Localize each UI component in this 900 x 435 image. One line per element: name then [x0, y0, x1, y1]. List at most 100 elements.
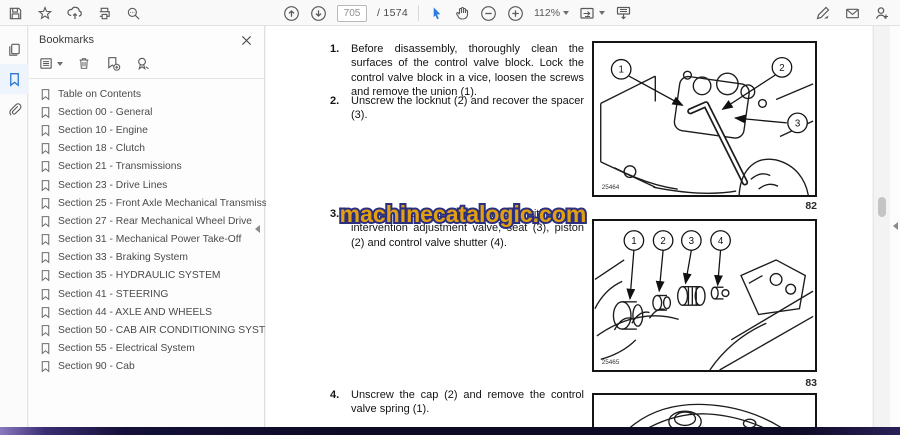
- zoom-in-icon[interactable]: [507, 5, 524, 22]
- step-number: 3.: [330, 208, 340, 220]
- figure-partial: [592, 393, 817, 427]
- bookmark-item[interactable]: Section 21 - Transmissions: [35, 158, 264, 176]
- bookmark-item[interactable]: Section 27 - Rear Mechanical Wheel Drive: [35, 212, 264, 230]
- toolbar-divider: [418, 5, 419, 21]
- delete-bookmark-icon[interactable]: [77, 56, 91, 71]
- bookmarks-list: Table on Contents Section 00 - General S…: [29, 79, 281, 376]
- main-area: Bookmarks Table on Contents Section 00 -…: [0, 26, 900, 427]
- select-cursor-icon[interactable]: [429, 6, 444, 21]
- bookmark-item-label: Section 25 - Front Axle Mechanical Trans…: [58, 197, 281, 209]
- bookmark-item[interactable]: Section 00 - General: [35, 103, 264, 121]
- scrollbar-thumb[interactable]: [878, 197, 886, 217]
- search-icon[interactable]: [126, 6, 141, 21]
- bookmark-item[interactable]: Section 50 - CAB AIR CONDITIONING SYSTEM: [35, 321, 281, 339]
- bookmark-icon: [41, 216, 50, 228]
- bookmark-item-label: Section 21 - Transmissions: [58, 161, 182, 173]
- page-down-icon[interactable]: [310, 5, 327, 22]
- figure-valve-block-in-vice: 1 2 3 25464: [592, 41, 817, 197]
- step-number: 4.: [330, 389, 340, 401]
- vertical-scrollbar[interactable]: [873, 26, 890, 427]
- figure-callout: 3: [689, 236, 694, 247]
- collapse-right-panel-arrow[interactable]: [893, 222, 898, 230]
- figure-callout: 3: [795, 118, 800, 129]
- document-page: 1. Before disassembly, thoroughly clean …: [266, 26, 872, 427]
- zoom-level-label: 112%: [534, 7, 561, 19]
- bookmark-item[interactable]: Section 35 - HYDRAULIC SYSTEM: [35, 267, 264, 285]
- bookmark-item[interactable]: Section 23 - Drive Lines: [35, 176, 264, 194]
- step-text: Remove the cap (1) complete with speed i…: [351, 208, 584, 249]
- bookmark-item[interactable]: Section 25 - Front Axle Mechanical Trans…: [35, 194, 281, 212]
- bookmark-icon: [41, 125, 50, 137]
- options-icon[interactable]: [39, 56, 63, 71]
- bookmark-item[interactable]: Section 55 - Electrical System: [35, 340, 264, 358]
- bookmark-item[interactable]: Section 31 - Mechanical Power Take-Off: [35, 231, 264, 249]
- step-text: Unscrew the locknut (2) and recover the …: [351, 95, 584, 122]
- chevron-down-icon: [599, 11, 606, 15]
- save-icon[interactable]: [8, 6, 23, 21]
- find-current-bookmark-icon[interactable]: [135, 56, 150, 71]
- page-display-icon[interactable]: [615, 5, 632, 21]
- page-thumbnails-icon[interactable]: [0, 34, 28, 64]
- bookmarks-panel-toolbar: [29, 50, 264, 79]
- chevron-down-icon: [57, 61, 63, 66]
- bookmark-item[interactable]: Section 44 - AXLE AND WHEELS: [35, 303, 264, 321]
- fit-width-icon[interactable]: [579, 6, 606, 21]
- bookmark-item-label: Section 90 - Cab: [58, 361, 135, 373]
- bookmarks-panel-header: Bookmarks: [29, 26, 264, 50]
- bookmark-item[interactable]: Section 90 - Cab: [35, 358, 264, 376]
- page-up-icon[interactable]: [283, 5, 300, 22]
- bookmark-item-label: Section 41 - STEERING: [58, 288, 169, 300]
- step-text: Unscrew the cap (2) and remove the contr…: [351, 389, 584, 416]
- instruction-step: 2. Unscrew the locknut (2) and recover t…: [330, 94, 584, 123]
- bookmark-item[interactable]: Section 41 - STEERING: [35, 285, 264, 303]
- bookmark-icon: [41, 106, 50, 119]
- bookmark-icon: [41, 325, 50, 337]
- bookmark-icon: [41, 197, 50, 210]
- bookmark-item-label: Section 10 - Engine: [58, 124, 148, 136]
- bookmark-item-label: Table on Contents: [58, 88, 142, 100]
- toolbar-left-group: [8, 0, 141, 26]
- page-total-label: / 1574: [377, 7, 408, 19]
- bookmark-icon: [41, 288, 50, 301]
- bookmark-item-label: Section 00 - General: [58, 106, 153, 118]
- hand-tool-icon[interactable]: [454, 5, 470, 21]
- bookmark-item-label: Section 44 - AXLE AND WHEELS: [58, 306, 212, 318]
- bookmark-item-label: Section 27 - Rear Mechanical Wheel Drive: [58, 215, 253, 227]
- bookmarks-icon[interactable]: [0, 64, 28, 94]
- bookmark-item-label: Section 50 - CAB AIR CONDITIONING SYSTEM: [58, 325, 281, 337]
- instruction-step: 4. Unscrew the cap (2) and remove the co…: [330, 388, 584, 417]
- bookmark-item[interactable]: Section 33 - Braking System: [35, 249, 264, 267]
- new-bookmark-icon[interactable]: [105, 56, 121, 71]
- email-icon[interactable]: [844, 6, 861, 21]
- bookmark-item-label: Section 31 - Mechanical Power Take-Off: [58, 234, 242, 246]
- bookmark-icon: [41, 161, 50, 173]
- chevron-down-icon: [563, 11, 570, 15]
- bookmark-item[interactable]: Section 18 - Clutch: [35, 140, 264, 158]
- bookmark-item[interactable]: Table on Contents: [35, 85, 264, 103]
- bookmark-item-label: Section 18 - Clutch: [58, 143, 145, 155]
- bookmark-item[interactable]: Section 10 - Engine: [35, 121, 264, 139]
- bookmark-icon: [41, 143, 50, 155]
- figure-callout: 1: [618, 65, 623, 76]
- print-icon[interactable]: [97, 6, 112, 21]
- figure-page-number: 83: [805, 377, 817, 389]
- collapse-sidebar-arrow[interactable]: [255, 225, 260, 233]
- figure-page-number: 82: [805, 200, 817, 212]
- fill-sign-icon[interactable]: [815, 5, 831, 21]
- attachments-icon[interactable]: [0, 94, 28, 124]
- figure-id-label: 25465: [602, 359, 620, 366]
- share-person-icon[interactable]: [874, 5, 890, 21]
- close-icon[interactable]: [241, 35, 252, 46]
- zoom-level-select[interactable]: 112%: [534, 7, 570, 19]
- left-rail: [0, 26, 28, 427]
- bookmark-icon: [41, 306, 50, 319]
- bookmark-icon: [41, 252, 50, 264]
- instruction-step: 1. Before disassembly, thoroughly clean …: [330, 42, 584, 99]
- share-icon[interactable]: [67, 5, 83, 21]
- star-icon[interactable]: [37, 5, 53, 21]
- figure-callout: 2: [779, 63, 784, 74]
- page-number-input[interactable]: [337, 4, 367, 22]
- zoom-out-icon[interactable]: [480, 5, 497, 22]
- step-text: Before disassembly, thoroughly clean the…: [351, 43, 584, 98]
- right-edge-strip: [890, 26, 900, 427]
